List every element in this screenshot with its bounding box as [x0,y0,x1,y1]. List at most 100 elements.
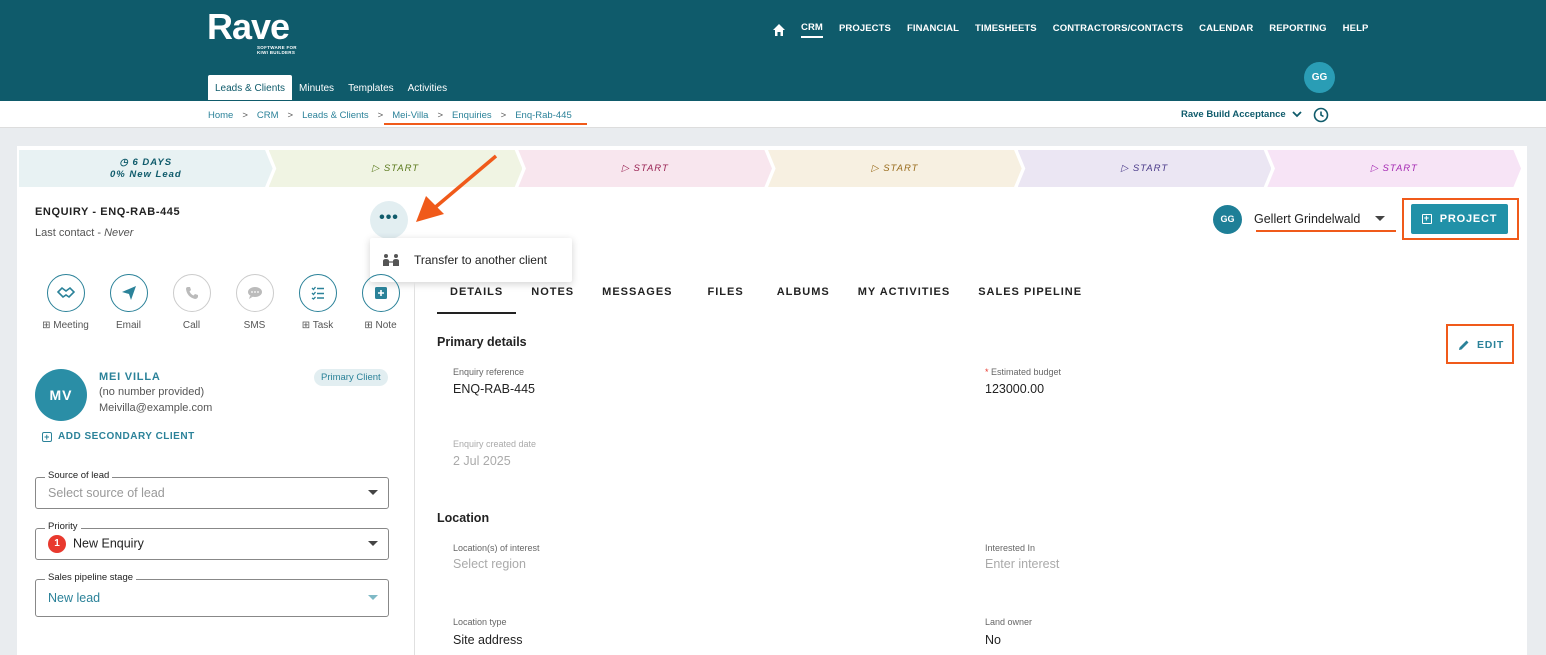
plus-box-icon: + [42,431,52,442]
note-action[interactable]: ⊞ Note [349,274,412,331]
nav-timesheets[interactable]: TIMESHEETS [975,23,1037,37]
phone-icon [172,274,211,312]
highlight-underline [384,123,587,125]
tab-details[interactable]: DETAILS [437,276,517,314]
transfer-client-item[interactable]: Transfer to another client [414,253,547,267]
client-name[interactable]: MEI VILLA [99,371,161,383]
call-label: Call [182,320,201,331]
tab-notes[interactable]: NOTES [518,276,587,314]
priority-badge: 1 [48,535,66,553]
play-icon: ▷ [1370,163,1383,174]
timer-icon: ◷ [119,156,129,168]
estimated-budget-label: * Estimated budget [985,367,1061,377]
stage-start[interactable]: ▷ START [1017,150,1272,187]
subtab-templates[interactable]: Templates [341,75,401,100]
tab-files[interactable]: FILES [688,276,757,314]
breadcrumb: Home > CRM > Leads & Clients > Mei-Villa > E… [208,110,572,121]
priority-text: New Enquiry [73,536,144,551]
stage-start-label: START [1382,163,1418,174]
location-type-value: Site address [453,633,523,647]
play-icon: ▷ [1120,163,1133,174]
call-action[interactable]: Call [160,274,223,331]
crumb-client[interactable]: Mei-Villa [392,110,428,121]
nav-help[interactable]: HELP [1343,23,1369,37]
stage-status: 0% New Lead [109,168,182,180]
tab-messages[interactable]: MESSAGES [589,276,685,314]
project-selector[interactable]: Rave Build Acceptance [1181,109,1302,120]
checklist-icon [298,274,337,312]
play-icon: ▷ [871,163,884,174]
add-secondary-client-button[interactable]: + ADD SECONDARY CLIENT [42,431,195,442]
note-add-icon [361,274,400,312]
subtab-minutes[interactable]: Minutes [292,75,341,100]
sub-tabs: Leads & Clients Minutes Templates Activi… [208,75,454,100]
enquiry-title: ENQUIRY - ENQ-RAB-445 [35,206,181,218]
locations-placeholder: Select region [453,557,526,571]
owner-avatar: GG [1213,205,1242,234]
add-secondary-label: ADD SECONDARY CLIENT [58,431,195,442]
rave-logo[interactable]: Rave SOFTWARE FOR KIWI BUILDERS [207,8,297,56]
stage-start[interactable]: ▷ START [1267,150,1522,187]
location-type-label: Location type [453,617,507,627]
tab-albums[interactable]: ALBUMS [759,276,843,314]
locations-label: Location(s) of interest [453,543,540,553]
stage-start-label: START [633,163,669,174]
highlight-box [1446,324,1514,364]
crumb-crm[interactable]: CRM [257,110,279,121]
owner-select[interactable]: Gellert Grindelwald [1254,212,1360,226]
created-date-value: 2 Jul 2025 [453,454,511,468]
history-clock-icon[interactable] [1313,107,1329,123]
crumb-home[interactable]: Home [208,110,233,121]
meeting-action[interactable]: ⊞ Meeting [34,274,97,331]
stage-start[interactable]: ▷ START [518,150,773,187]
action-buttons: ⊞ Meeting Email Call SMS ⊞ Task ⊞ Note [34,274,412,331]
crumb-enquiries[interactable]: Enquiries [452,110,492,121]
crumb-leads[interactable]: Leads & Clients [302,110,369,121]
client-avatar: MV [35,369,87,421]
subtab-activities[interactable]: Activities [401,75,454,100]
client-email: Meivilla@example.com [99,402,213,414]
crumb-separator: > [242,110,248,121]
more-options-button[interactable]: ••• [370,201,408,239]
caret-down-icon [368,595,378,600]
sms-action[interactable]: SMS [223,274,286,331]
logo-tagline: SOFTWARE FOR KIWI BUILDERS [257,45,307,55]
nav-financial[interactable]: FINANCIAL [907,23,959,37]
stage-start[interactable]: ▷ START [768,150,1022,187]
source-of-lead-select[interactable]: Source of lead Select source of lead [35,470,389,509]
tab-my-activities[interactable]: MY ACTIVITIES [845,276,963,314]
estimated-budget-value: 123000.00 [985,382,1045,396]
primary-client-badge: Primary Client [314,369,388,386]
sms-label: SMS [243,320,266,331]
play-icon: ▷ [621,163,634,174]
send-icon [109,274,148,312]
estimated-budget-label-text: Estimated budget [988,367,1062,377]
sales-stage-value: New lead [48,591,101,605]
note-label: ⊞ Note [364,320,397,331]
home-icon[interactable] [772,23,786,37]
nav-projects[interactable]: PROJECTS [839,23,891,37]
column-divider [414,282,415,655]
tab-sales-pipeline[interactable]: SALES PIPELINE [965,276,1095,314]
interested-in-placeholder: Enter interest [985,557,1060,571]
interested-in-label: Interested In [985,543,1036,553]
nav-crm[interactable]: CRM [801,22,823,38]
nav-contractors[interactable]: CONTRACTORS/CONTACTS [1053,23,1183,37]
email-action[interactable]: Email [97,274,160,331]
subtab-leads-clients[interactable]: Leads & Clients [208,75,293,100]
task-action[interactable]: ⊞ Task [286,274,349,331]
project-selector-label: Rave Build Acceptance [1181,109,1286,120]
source-of-lead-label: Source of lead [45,470,113,481]
caret-down-icon[interactable] [1375,216,1385,221]
user-avatar[interactable]: GG [1304,62,1335,93]
stage-current[interactable]: ◷ 6 DAYS 0% New Lead [19,150,273,187]
priority-select[interactable]: Priority 1 New Enquiry [35,521,389,560]
sales-stage-select[interactable]: Sales pipeline stage New lead [35,572,389,617]
annotation-arrow-icon [416,154,498,222]
primary-details-heading: Primary details [437,335,527,349]
location-heading: Location [437,511,490,525]
chat-icon [235,274,274,312]
nav-calendar[interactable]: CALENDAR [1199,23,1253,37]
stage-start-label: START [883,163,919,174]
nav-reporting[interactable]: REPORTING [1269,23,1326,37]
